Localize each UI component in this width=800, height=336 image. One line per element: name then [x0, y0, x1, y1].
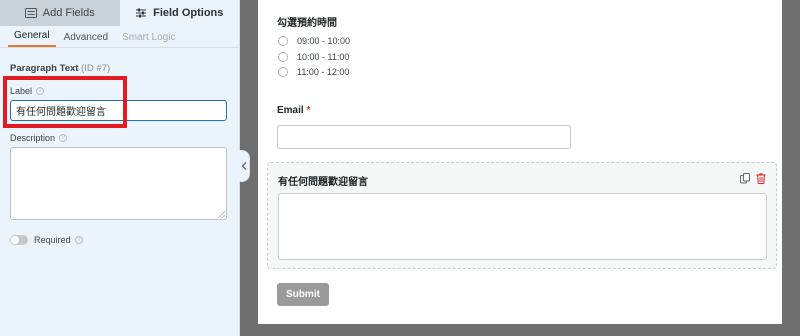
email-label-text: Email: [277, 105, 304, 116]
field-options-panel: Add Fields Field Options General Advance…: [0, 0, 240, 336]
tab-add-fields-label: Add Fields: [42, 7, 95, 19]
options-subtabs: General Advanced Smart Logic: [0, 28, 239, 48]
radio-option[interactable]: 10:00 - 11:00: [278, 52, 349, 62]
email-field[interactable]: [277, 125, 571, 149]
field-id: (ID #7): [81, 63, 111, 74]
description-textarea[interactable]: [10, 147, 227, 220]
radio-option-label: 10:00 - 11:00: [297, 52, 350, 62]
required-asterisk: *: [306, 105, 311, 116]
list-icon: [24, 8, 37, 18]
label-option-text: Label: [10, 86, 33, 96]
radio-option[interactable]: 11:00 - 12:00: [278, 67, 349, 77]
radio-button[interactable]: [278, 52, 288, 62]
copy-icon[interactable]: [740, 173, 750, 184]
chevron-left-icon: [241, 157, 247, 175]
radio-option-label: 09:00 - 10:00: [297, 36, 351, 46]
panel-tabs: Add Fields Field Options: [0, 0, 239, 26]
tab-field-options-label: Field Options: [153, 7, 224, 19]
radio-button[interactable]: [278, 67, 288, 77]
label-input[interactable]: [10, 100, 227, 121]
subtab-smart-logic[interactable]: Smart Logic: [116, 32, 181, 47]
time-field-label: 勾選預約時間: [277, 18, 337, 29]
tab-add-fields[interactable]: Add Fields: [0, 0, 120, 26]
toggle-knob: [11, 236, 19, 244]
form-preview: 勾選預約時間 09:00 - 10:00 10:00 - 11:00 11:00…: [258, 0, 782, 324]
field-actions: [740, 173, 766, 184]
field-type-name: Paragraph Text: [10, 63, 79, 74]
field-type-heading: Paragraph Text (ID #7): [10, 63, 110, 74]
email-field-label: Email *: [277, 105, 310, 116]
collapse-panel-button[interactable]: [239, 150, 250, 182]
description-option-text: Description: [10, 133, 56, 143]
paragraph-textarea[interactable]: [278, 193, 767, 260]
radio-button[interactable]: [278, 36, 288, 46]
required-option-label: Required ?: [34, 235, 83, 245]
sliders-icon: [135, 8, 147, 18]
resize-handle-icon[interactable]: [218, 211, 225, 218]
description-option-label: Description ?: [10, 133, 68, 143]
help-icon[interactable]: ?: [36, 87, 45, 95]
label-option-label: Label ?: [10, 86, 45, 96]
selected-paragraph-field[interactable]: 有任何問題歡迎留言: [267, 162, 777, 269]
help-icon[interactable]: ?: [74, 236, 83, 244]
paragraph-field-label: 有任何問題歡迎留言: [278, 177, 368, 188]
radio-option-label: 11:00 - 12:00: [297, 67, 350, 77]
trash-icon[interactable]: [756, 173, 766, 184]
required-option-text: Required: [34, 235, 71, 245]
help-icon[interactable]: ?: [59, 134, 68, 142]
tab-field-options[interactable]: Field Options: [119, 0, 239, 26]
submit-button[interactable]: Submit: [277, 283, 329, 306]
subtab-advanced[interactable]: Advanced: [58, 32, 114, 47]
required-toggle[interactable]: [10, 235, 28, 245]
radio-option[interactable]: 09:00 - 10:00: [278, 36, 350, 46]
subtab-general[interactable]: General: [8, 30, 56, 47]
